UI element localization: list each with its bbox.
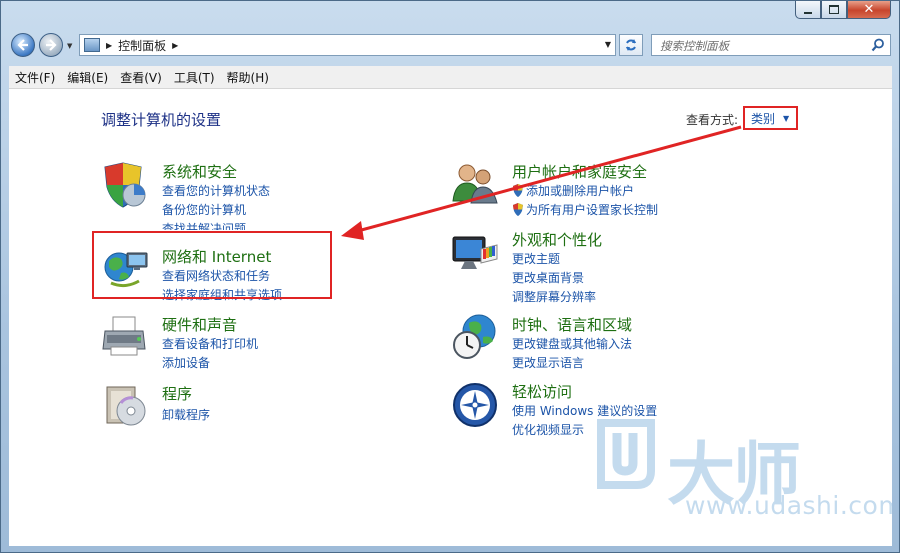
title-bar[interactable] <box>1 1 899 29</box>
link-parental-controls-label: 为所有用户设置家长控制 <box>526 203 659 217</box>
breadcrumb-control-panel[interactable]: 控制面板 <box>118 37 166 54</box>
menu-file[interactable]: 文件(F) <box>9 69 61 86</box>
search-input[interactable] <box>658 36 862 56</box>
printer-icon[interactable] <box>101 313 149 361</box>
users-icon[interactable] <box>451 159 499 207</box>
uac-shield-icon <box>513 184 523 197</box>
control-panel-icon <box>84 38 100 52</box>
forward-arrow-icon <box>46 39 57 51</box>
link-backup-computer[interactable]: 备份您的计算机 <box>162 201 246 218</box>
link-troubleshoot[interactable]: 查找并解决问题 <box>162 220 246 230</box>
category-appearance[interactable]: 外观和个性化 <box>512 229 602 250</box>
caption-buttons: ✕ <box>795 1 891 19</box>
close-button[interactable]: ✕ <box>847 1 891 19</box>
link-recommended-settings[interactable]: 使用 Windows 建议的设置 <box>512 402 657 419</box>
breadcrumb-chevron-icon[interactable]: ▶ <box>106 41 112 50</box>
breadcrumb-chevron-icon[interactable]: ▶ <box>172 41 178 50</box>
close-icon: ✕ <box>863 2 875 17</box>
search-box <box>651 34 891 56</box>
address-bar[interactable]: ▶ 控制面板 ▶ ▼ <box>79 34 616 56</box>
link-parental-controls[interactable]: 为所有用户设置家长控制 <box>512 201 658 218</box>
navigation-bar: ▼ ▶ 控制面板 ▶ ▼ <box>1 29 899 63</box>
category-system-security[interactable]: 系统和安全 <box>162 161 237 182</box>
link-view-computer-status[interactable]: 查看您的计算机状态 <box>162 182 270 199</box>
category-ease-of-access[interactable]: 轻松访问 <box>512 381 572 402</box>
link-keyboard-input[interactable]: 更改键盘或其他输入法 <box>512 335 632 352</box>
category-user-accounts[interactable]: 用户帐户和家庭安全 <box>512 161 647 182</box>
accessibility-icon[interactable] <box>451 381 499 429</box>
view-by-label: 查看方式: <box>686 113 739 127</box>
link-uninstall-program[interactable]: 卸载程序 <box>162 406 210 423</box>
category-clock-language-region[interactable]: 时钟、语言和区域 <box>512 314 632 335</box>
address-dropdown-icon[interactable]: ▼ <box>605 40 611 49</box>
recent-pages-dropdown-icon[interactable]: ▼ <box>67 42 72 50</box>
minimize-button[interactable] <box>795 1 821 19</box>
link-optimize-video[interactable]: 优化视频显示 <box>512 421 584 438</box>
chevron-down-icon[interactable]: ▼ <box>783 114 789 123</box>
back-button[interactable] <box>11 33 35 57</box>
link-devices-printers[interactable]: 查看设备和打印机 <box>162 335 258 352</box>
menu-tools[interactable]: 工具(T) <box>168 69 221 86</box>
link-screen-resolution[interactable]: 调整屏幕分辨率 <box>512 288 596 305</box>
maximize-icon <box>829 5 839 14</box>
view-by-value[interactable]: 类别 <box>751 110 775 127</box>
link-add-remove-accounts-label: 添加或删除用户帐户 <box>526 184 635 198</box>
link-add-device[interactable]: 添加设备 <box>162 354 210 371</box>
annotation-highlight-box <box>92 231 332 299</box>
refresh-icon <box>626 39 636 51</box>
watermark-url: www.udashi.com <box>685 491 892 520</box>
category-hardware-sound[interactable]: 硬件和声音 <box>162 314 237 335</box>
link-desktop-background[interactable]: 更改桌面背景 <box>512 269 584 286</box>
control-panel-content: 调整计算机的设置 查看方式: 类别 ▼ 系统和安全 查看您的计算机状态 备份您的… <box>9 89 892 546</box>
uac-shield-icon <box>513 203 523 216</box>
category-programs[interactable]: 程序 <box>162 383 192 404</box>
clock-globe-icon[interactable] <box>451 313 499 361</box>
back-arrow-icon <box>17 39 28 51</box>
link-add-remove-accounts[interactable]: 添加或删除用户帐户 <box>512 182 634 199</box>
search-icon[interactable] <box>871 38 885 52</box>
page-title: 调整计算机的设置 <box>101 111 222 129</box>
link-change-theme[interactable]: 更改主题 <box>512 250 560 267</box>
menu-bar: 文件(F) 编辑(E) 查看(V) 工具(T) 帮助(H) <box>9 66 892 89</box>
maximize-button[interactable] <box>821 1 847 19</box>
view-by-dropdown[interactable]: 类别 ▼ <box>743 106 798 130</box>
forward-button[interactable] <box>39 33 63 57</box>
monitor-palette-icon[interactable] <box>451 229 499 277</box>
minimize-icon <box>804 11 812 14</box>
udashi-logo-icon <box>597 419 655 489</box>
link-display-language[interactable]: 更改显示语言 <box>512 354 584 371</box>
control-panel-window: ✕ ▼ ▶ 控制面板 ▶ ▼ 搜索控制面板 文件(F) 编辑(E) 查看(V) … <box>0 0 900 553</box>
refresh-button[interactable] <box>619 34 643 56</box>
menu-edit[interactable]: 编辑(E) <box>61 69 114 86</box>
menu-help[interactable]: 帮助(H) <box>221 69 275 86</box>
shield-pie-icon[interactable] <box>101 161 149 209</box>
menu-view[interactable]: 查看(V) <box>114 69 168 86</box>
programs-disc-icon[interactable] <box>101 381 149 429</box>
